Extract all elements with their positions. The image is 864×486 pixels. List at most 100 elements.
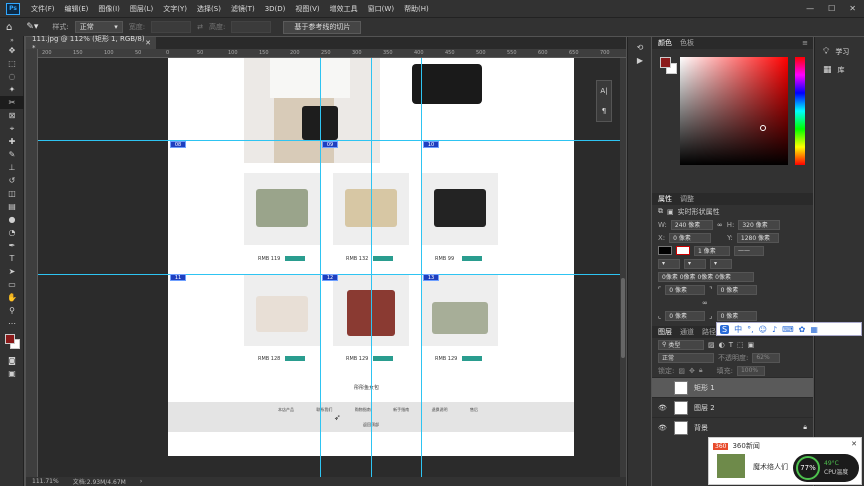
product-card[interactable] xyxy=(422,173,498,245)
clone-stamp-icon[interactable]: ⊥ xyxy=(0,161,24,174)
menu-filter[interactable]: 滤镜(T) xyxy=(226,4,260,14)
y-input[interactable]: 1280 像素 xyxy=(736,232,779,243)
quick-mask-icon[interactable]: ◙ xyxy=(0,354,24,367)
lasso-tool-icon[interactable]: ◌ xyxy=(0,70,24,83)
menu-select[interactable]: 选择(S) xyxy=(192,4,226,14)
expand-arrow-icon[interactable]: › xyxy=(140,478,142,485)
tab-properties[interactable]: 属性 xyxy=(658,194,672,204)
vertical-ruler[interactable] xyxy=(26,49,38,479)
buy-button[interactable] xyxy=(462,356,482,361)
corner-br-input[interactable]: 0 像素 xyxy=(716,310,757,321)
filter-pixel-icon[interactable]: ▨ xyxy=(708,341,715,349)
lock-all-icon[interactable]: 🔒︎ xyxy=(699,366,703,375)
link-icon[interactable]: ∞ xyxy=(717,221,723,229)
tab-paths[interactable]: 路径 xyxy=(702,327,716,337)
skin-icon[interactable]: ✿ xyxy=(799,325,806,334)
menu-image[interactable]: 图像(I) xyxy=(93,4,125,14)
scrollbar-thumb[interactable] xyxy=(621,278,625,358)
corner-bl-input[interactable]: 0 像素 xyxy=(665,310,706,321)
lock-position-icon[interactable]: ✥ xyxy=(689,367,695,375)
caps-select[interactable]: ▾ xyxy=(684,258,706,269)
slice-number-tag[interactable]: 08 xyxy=(170,141,186,148)
menu-edit[interactable]: 编辑(E) xyxy=(60,4,94,14)
home-icon[interactable]: ⌂ xyxy=(6,22,12,33)
vertical-guide[interactable] xyxy=(421,58,422,477)
punctuation-icon[interactable]: °, xyxy=(747,325,754,334)
product-card[interactable] xyxy=(244,173,320,245)
ime-mode[interactable]: 中 xyxy=(734,324,742,335)
news-headline[interactable]: 魔术络人们 xyxy=(753,462,788,472)
eye-icon[interactable]: 👁︎ xyxy=(658,404,668,412)
vertical-guide[interactable] xyxy=(371,58,372,477)
width-field[interactable] xyxy=(151,21,192,33)
tab-layers[interactable]: 图层 xyxy=(658,327,672,337)
blend-mode-select[interactable]: 正常 xyxy=(658,352,714,363)
align-select[interactable]: ▾ xyxy=(658,258,680,269)
zoom-level[interactable]: 111.71% xyxy=(32,478,59,485)
screen-mode-icon[interactable]: ▣ xyxy=(0,367,24,380)
product-card[interactable] xyxy=(422,274,498,346)
maximize-icon[interactable]: ☐ xyxy=(828,4,835,13)
stroke-swatch[interactable] xyxy=(676,246,690,255)
color-picker[interactable] xyxy=(652,49,813,177)
menu-type[interactable]: 文字(Y) xyxy=(158,4,192,14)
stroke-type-select[interactable]: —— xyxy=(734,245,764,256)
paragraph-panel-icon[interactable]: ¶ xyxy=(602,107,606,115)
path-select-icon[interactable]: ➤ xyxy=(0,265,24,278)
eyedropper-tool-icon[interactable]: ⌖ xyxy=(0,122,24,135)
footer-link[interactable]: 本店产品 xyxy=(278,407,294,413)
layer-row[interactable]: 👁︎ 图层 2 xyxy=(652,397,813,417)
link-corners-icon[interactable]: ∞ xyxy=(702,299,708,307)
opacity-input[interactable]: 62% xyxy=(752,352,781,363)
buy-button[interactable] xyxy=(285,256,305,261)
zoom-tool-icon[interactable]: ⚲ xyxy=(0,304,24,317)
news-popup[interactable]: 360 360新闻 魔术络人们 77% 49°C CPU温度 ✕ xyxy=(708,437,862,485)
corner-tl-input[interactable]: 0 像素 xyxy=(665,284,706,295)
tab-color[interactable]: 颜色 xyxy=(658,38,672,48)
slice-tool-icon[interactable]: ✎▾ xyxy=(26,22,38,32)
brush-tool-icon[interactable]: ✎ xyxy=(0,148,24,161)
slice-number-tag[interactable]: 10 xyxy=(423,141,439,148)
foreground-color-swatch[interactable] xyxy=(5,334,15,344)
frame-tool-icon[interactable]: ⊠ xyxy=(0,109,24,122)
slice-number-tag[interactable]: 13 xyxy=(423,274,439,281)
gradient-tool-icon[interactable]: ▤ xyxy=(0,200,24,213)
tab-adjustments[interactable]: 调整 xyxy=(680,194,694,204)
quick-select-tool-icon[interactable]: ✦ xyxy=(0,83,24,96)
learn-panel-button[interactable]: 💡︎ 学习 xyxy=(815,37,864,57)
panel-menu-icon[interactable]: ≡ xyxy=(802,39,808,47)
keyboard-icon[interactable]: ⌨ xyxy=(782,325,794,334)
toolbox-icon[interactable]: ▦ xyxy=(810,325,818,334)
ime-toolbar[interactable]: S 中 °, ☺ ♪ ⌨ ✿ ▦ xyxy=(716,322,862,336)
footer-link[interactable]: 联系我们 xyxy=(316,407,332,413)
layer-filter-select[interactable]: ⚲ 类型 xyxy=(658,339,704,350)
ime-logo-icon[interactable]: S xyxy=(720,324,730,334)
tab-channels[interactable]: 通道 xyxy=(680,327,694,337)
corner-radius-all-input[interactable]: 0像素 0像素 0像素 0像素 xyxy=(658,271,754,282)
style-select[interactable]: 正常 ▾ xyxy=(74,21,123,33)
buy-button[interactable] xyxy=(285,356,305,361)
corner-tr-input[interactable]: 0 像素 xyxy=(716,284,757,295)
news-close-icon[interactable]: ✕ xyxy=(851,440,857,448)
height-field[interactable] xyxy=(231,21,272,33)
close-icon[interactable]: ✕ xyxy=(849,4,856,13)
dodge-tool-icon[interactable]: ◔ xyxy=(0,226,24,239)
canvas-area[interactable]: RMB 119 RMB 132 RMB 99 RMB 128 RMB 129 R… xyxy=(38,58,620,477)
marquee-tool-icon[interactable]: ⬚ xyxy=(0,57,24,70)
layer-row[interactable]: 矩形 1 xyxy=(652,377,813,397)
history-panel-icon[interactable]: ⟲ xyxy=(628,41,652,54)
hue-slider[interactable] xyxy=(795,57,805,165)
buy-button[interactable] xyxy=(373,356,393,361)
close-tab-icon[interactable]: ✕ xyxy=(145,39,151,47)
vertical-scrollbar[interactable] xyxy=(620,58,626,477)
color-field[interactable] xyxy=(680,57,788,165)
eraser-tool-icon[interactable]: ◫ xyxy=(0,187,24,200)
floating-character-panel[interactable]: A| ¶ xyxy=(596,80,612,122)
slice-number-tag[interactable]: 09 xyxy=(322,141,338,148)
stroke-width-input[interactable]: 1 像素 xyxy=(694,245,730,256)
eye-icon[interactable]: 👁︎ xyxy=(658,424,668,432)
buy-button[interactable] xyxy=(373,256,393,261)
color-cursor[interactable] xyxy=(760,125,766,131)
pen-tool-icon[interactable]: ✒ xyxy=(0,239,24,252)
vertical-guide[interactable] xyxy=(320,58,321,477)
